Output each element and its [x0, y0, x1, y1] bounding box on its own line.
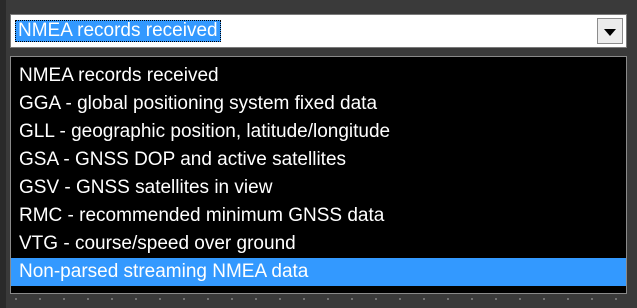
app-window: NMEA records received NMEA records recei… — [0, 0, 637, 308]
list-item-vtg[interactable]: VTG - course/speed over ground — [11, 230, 626, 258]
dropdown-list[interactable]: NMEA records received GGA - global posit… — [10, 56, 627, 294]
list-item-gsa[interactable]: GSA - GNSS DOP and active satellites — [11, 146, 626, 174]
list-item-gll[interactable]: GLL - geographic position, latitude/long… — [11, 118, 626, 146]
combobox-selected-value: NMEA records received — [15, 20, 221, 42]
dropdown-button[interactable] — [597, 18, 623, 44]
list-item-rmc[interactable]: RMC - recommended minimum GNSS data — [11, 202, 626, 230]
list-item-non-parsed[interactable]: Non-parsed streaming NMEA data — [11, 258, 626, 286]
list-item-gsv[interactable]: GSV - GNSS satellites in view — [11, 174, 626, 202]
background-edge — [0, 0, 6, 308]
list-item-gga[interactable]: GGA - global positioning system fixed da… — [11, 90, 626, 118]
list-item-nmea-records[interactable]: NMEA records received — [11, 62, 626, 90]
record-type-combobox[interactable]: NMEA records received — [10, 14, 627, 48]
chevron-down-icon — [604, 28, 616, 36]
